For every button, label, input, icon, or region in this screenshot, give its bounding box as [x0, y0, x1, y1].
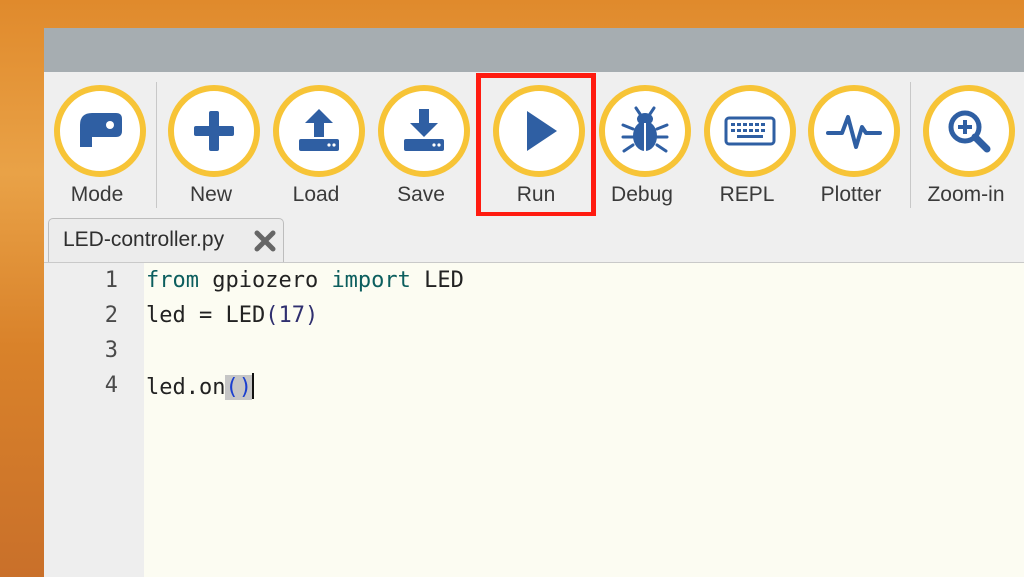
mode-label: Mode — [70, 183, 124, 206]
code-token: gpiozero — [198, 268, 332, 293]
line-number: 2 — [104, 303, 118, 328]
code-token: LED — [410, 268, 464, 293]
line-number-gutter: 1 2 3 4 — [44, 263, 144, 577]
code-token: led = LED — [146, 303, 266, 328]
mode-icon — [80, 113, 122, 147]
code-editor[interactable]: 1 2 3 4 from gpiozero import LED led = L… — [44, 263, 1024, 577]
toolbar-separator — [910, 82, 911, 208]
run-highlight-box — [476, 73, 596, 217]
keyboard-icon — [724, 116, 776, 146]
zoom-in-button[interactable]: Zoom-in — [917, 80, 1021, 206]
code-line-1[interactable]: from gpiozero import LED — [146, 268, 464, 293]
code-line-2[interactable]: led = LED(17) — [146, 303, 318, 328]
title-bar[interactable] — [44, 28, 1024, 72]
tab-bar: LED-controller.py — [44, 216, 1024, 263]
close-icon[interactable] — [253, 229, 277, 253]
new-button[interactable]: New — [162, 80, 266, 206]
line-number: 4 — [104, 373, 118, 398]
load-button-ring — [273, 85, 365, 177]
plotter-button[interactable]: Plotter — [802, 80, 906, 206]
save-button-ring — [378, 85, 470, 177]
line-number: 3 — [104, 338, 118, 363]
save-button[interactable]: Save — [372, 80, 476, 206]
zoom-in-icon — [948, 110, 991, 153]
zoom-in-label: Zoom-in — [927, 183, 1005, 206]
plotter-label: Plotter — [820, 183, 882, 206]
repl-button-ring — [704, 85, 796, 177]
code-token: led.on — [146, 375, 226, 400]
text-cursor — [251, 373, 254, 399]
keyword-token: import — [331, 268, 411, 293]
pulse-icon — [826, 115, 882, 149]
line-number: 1 — [104, 268, 118, 293]
load-label: Load — [292, 183, 340, 206]
paren-token: ( — [265, 303, 279, 328]
paren-token: ) — [304, 303, 319, 328]
plus-icon — [194, 111, 234, 151]
tab-label: LED-controller.py — [63, 228, 225, 251]
debug-button[interactable]: Debug — [593, 80, 697, 206]
mu-editor-window: Mode New Load Save Run Debug REPL Plotte… — [44, 28, 1024, 577]
code-line-4[interactable]: led.on() — [146, 373, 254, 400]
number-token: 17 — [278, 303, 305, 328]
plotter-button-ring — [808, 85, 900, 177]
upload-icon — [299, 109, 339, 151]
zoom-in-button-ring — [923, 85, 1015, 177]
new-label: New — [189, 183, 232, 206]
matched-paren-token: () — [225, 375, 252, 400]
load-button[interactable]: Load — [267, 80, 371, 206]
mode-button-ring — [54, 85, 146, 177]
toolbar-separator — [156, 82, 157, 208]
bug-icon — [621, 106, 669, 153]
mode-button[interactable]: Mode — [48, 80, 152, 206]
new-button-ring — [168, 85, 260, 177]
save-label: Save — [397, 183, 445, 206]
keyword-token: from — [146, 268, 199, 293]
repl-button[interactable]: REPL — [698, 80, 802, 206]
download-icon — [404, 109, 444, 151]
repl-label: REPL — [719, 183, 775, 206]
tab-led-controller[interactable]: LED-controller.py — [48, 218, 284, 262]
debug-button-ring — [599, 85, 691, 177]
debug-label: Debug — [611, 183, 673, 206]
